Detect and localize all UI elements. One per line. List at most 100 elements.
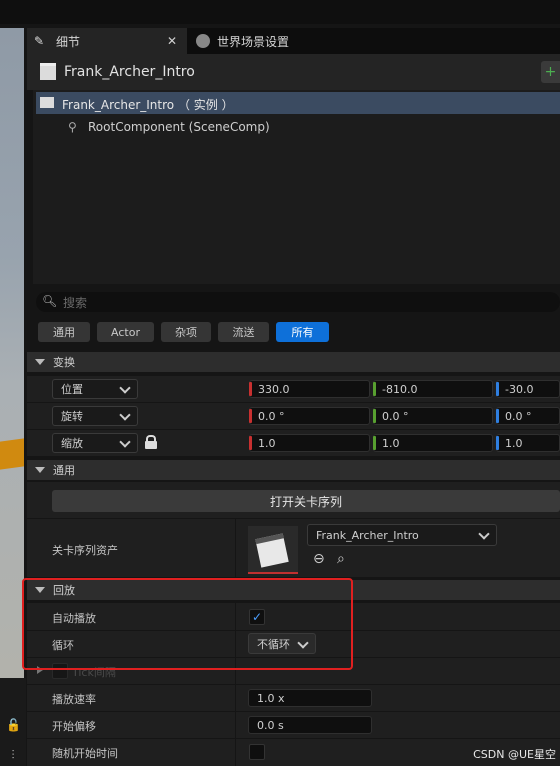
filter-label: 杂项: [175, 326, 197, 339]
section-title: 通用: [53, 464, 75, 477]
value-text: 1.0: [382, 436, 400, 450]
filter-label: 所有: [291, 326, 314, 339]
rotation-z-input[interactable]: 0.0 °: [496, 407, 560, 425]
dropdown-value: Frank_Archer_Intro: [316, 528, 419, 542]
watermark: CSDN @UE星空: [473, 748, 556, 761]
globe-icon: [196, 34, 210, 48]
filter-actor[interactable]: Actor: [97, 322, 154, 342]
button-label: 打开关卡序列: [269, 494, 342, 509]
value-text: 1.0 x: [257, 691, 285, 705]
close-icon[interactable]: ✕: [167, 34, 177, 48]
add-component-button[interactable]: +: [541, 61, 560, 83]
search-input[interactable]: [36, 292, 560, 312]
tab-world-settings[interactable]: 世界场景设置: [190, 28, 330, 54]
play-rate-label: 播放速率: [52, 693, 96, 706]
value-text: 0.0 °: [258, 409, 285, 423]
clapperboard-icon: [40, 63, 56, 80]
browse-asset-icon[interactable]: ⌕: [337, 551, 345, 567]
value-text: 0.0 s: [257, 718, 284, 732]
x-axis-marker: [249, 382, 252, 396]
rotation-x-input[interactable]: 0.0 °: [249, 407, 370, 425]
y-axis-marker: [373, 436, 376, 450]
viewport-controls: 🔓 ⫶: [0, 678, 26, 766]
tab-details-label: 细节: [56, 34, 81, 49]
dropdown-value: 位置: [61, 383, 83, 396]
clapperboard-icon: [40, 97, 54, 108]
viewport-strip[interactable]: [0, 28, 24, 678]
chevron-down-icon: [478, 528, 490, 540]
sliders-icon[interactable]: ⫶: [6, 748, 20, 762]
divider: [27, 402, 560, 403]
random-start-label: 随机开始时间: [52, 747, 118, 760]
lock-icon[interactable]: [145, 435, 157, 449]
top-toolbar: [0, 0, 560, 24]
asset-thumbnail[interactable]: [248, 526, 298, 574]
scale-z-input[interactable]: 1.0: [496, 434, 560, 452]
value-text: 0.0 °: [382, 409, 409, 423]
filter-misc[interactable]: 杂项: [161, 322, 211, 342]
viewport-object: [0, 438, 24, 470]
tab-details[interactable]: ✎ 细节 ✕: [27, 28, 187, 54]
tree-item-root[interactable]: RootComponent (SceneComp): [88, 120, 270, 134]
location-y-input[interactable]: -810.0: [373, 380, 493, 398]
scale-y-input[interactable]: 1.0: [373, 434, 493, 452]
use-selected-icon[interactable]: ⊖: [313, 551, 325, 567]
dropdown-value: 旋转: [61, 410, 83, 423]
filter-label: 通用: [53, 326, 75, 339]
divider: [27, 684, 560, 685]
filter-streaming[interactable]: 流送: [218, 322, 269, 342]
chevron-down-icon: [119, 409, 131, 421]
play-rate-input[interactable]: 1.0 x: [248, 689, 372, 707]
location-z-input[interactable]: -30.0: [496, 380, 560, 398]
section-transform[interactable]: 变换: [27, 352, 560, 372]
divider: [27, 711, 560, 712]
search-icon: 🔍︎: [42, 294, 58, 308]
filter-label: 流送: [232, 326, 255, 339]
value-text: 1.0: [258, 436, 276, 450]
random-start-checkbox[interactable]: [249, 744, 265, 760]
chevron-down-icon: [119, 382, 131, 394]
column-divider: [235, 519, 236, 577]
value-text: 0.0 °: [505, 409, 532, 423]
z-axis-marker: [496, 436, 499, 450]
location-x-input[interactable]: 330.0: [249, 380, 370, 398]
y-axis-marker: [373, 382, 376, 396]
rotation-y-input[interactable]: 0.0 °: [373, 407, 493, 425]
open-level-sequence-button[interactable]: 打开关卡序列: [52, 490, 560, 512]
pencil-icon: ✎: [34, 34, 45, 48]
z-axis-marker: [496, 382, 499, 396]
scale-mode-dropdown[interactable]: 缩放: [52, 433, 138, 453]
dropdown-value: 缩放: [61, 437, 83, 450]
collapse-arrow-icon: [35, 467, 45, 473]
value-text: -30.0: [505, 382, 534, 396]
filter-general[interactable]: 通用: [38, 322, 90, 342]
asset-label: 关卡序列资产: [52, 544, 118, 557]
search-placeholder: 搜索: [63, 296, 88, 310]
section-title: 变换: [53, 356, 75, 369]
highlight-box: [22, 578, 353, 670]
start-offset-label: 开始偏移: [52, 720, 96, 733]
x-axis-marker: [249, 409, 252, 423]
lock-icon[interactable]: 🔓: [6, 718, 21, 732]
section-general[interactable]: 通用: [27, 460, 560, 480]
tab-world-settings-label: 世界场景设置: [217, 34, 290, 49]
filter-label: Actor: [111, 325, 140, 339]
scale-x-input[interactable]: 1.0: [249, 434, 370, 452]
scene-component-icon: ⚲: [68, 120, 77, 134]
location-mode-dropdown[interactable]: 位置: [52, 379, 138, 399]
asset-picker-dropdown[interactable]: Frank_Archer_Intro: [307, 524, 497, 546]
divider: [27, 738, 560, 739]
collapse-arrow-icon: [35, 359, 45, 365]
divider: [27, 429, 560, 430]
z-axis-marker: [496, 409, 499, 423]
rotation-mode-dropdown[interactable]: 旋转: [52, 406, 138, 426]
actor-name: Frank_Archer_Intro: [64, 64, 195, 80]
start-offset-input[interactable]: 0.0 s: [248, 716, 372, 734]
x-axis-marker: [249, 436, 252, 450]
y-axis-marker: [373, 409, 376, 423]
value-text: -810.0: [382, 382, 418, 396]
filter-all[interactable]: 所有: [276, 322, 329, 342]
clapperboard-icon: [255, 533, 289, 568]
value-text: 1.0: [505, 436, 523, 450]
chevron-down-icon: [119, 436, 131, 448]
